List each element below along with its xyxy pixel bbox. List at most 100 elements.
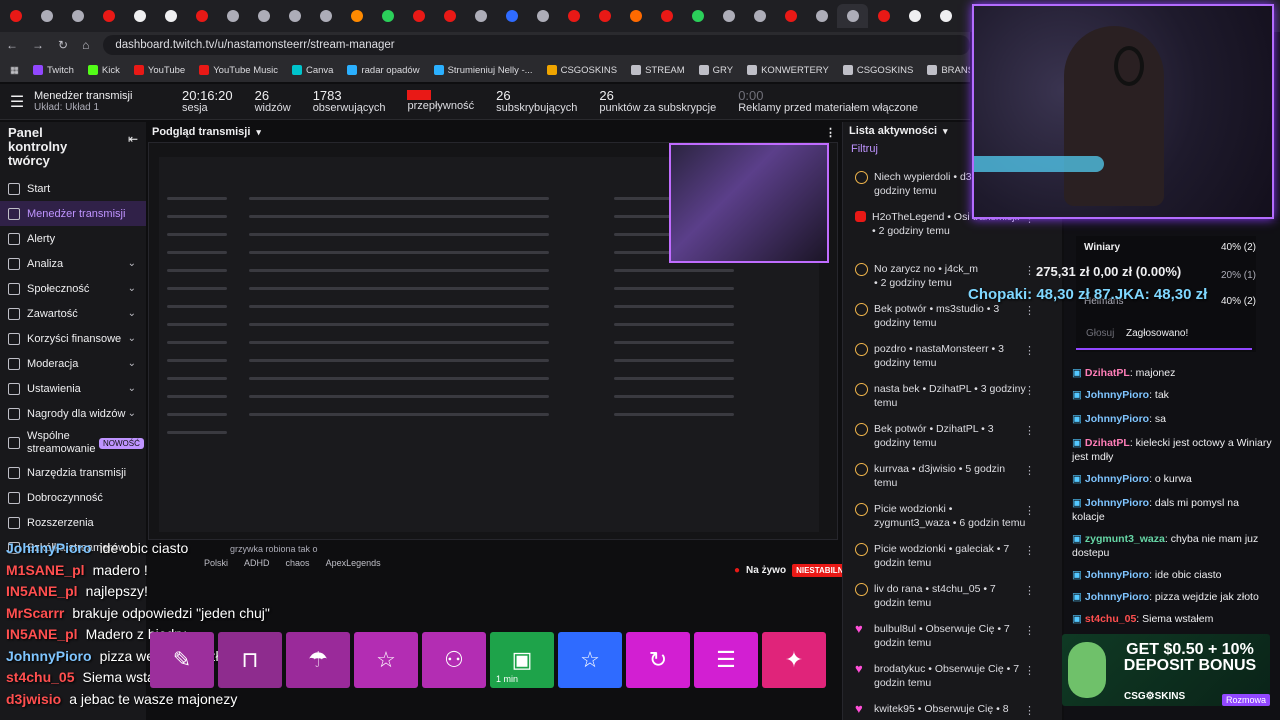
reward-button[interactable]: ⚇ — [422, 632, 486, 688]
sidebar-item[interactable]: Wspólne streamowanie NOWOŚĆ — [0, 426, 146, 460]
reward-button[interactable]: ✦ — [762, 632, 826, 688]
reward-button[interactable]: ▣ 1 min — [490, 632, 554, 688]
activity-item[interactable]: ♥ bulbul8ul • Obserwuje Cię • 7 godzin tem… — [843, 622, 1063, 650]
chat-username[interactable]: JohnnyPioro — [1085, 591, 1149, 603]
reward-button[interactable]: ✎ — [150, 632, 214, 688]
browser-tab[interactable] — [93, 4, 124, 28]
browser-tab[interactable] — [620, 4, 651, 28]
bookmark-item[interactable]: Twitch — [32, 65, 74, 76]
sidebar-item[interactable]: Dobroczynność — [0, 485, 146, 510]
browser-tab[interactable] — [217, 4, 248, 28]
url-field[interactable]: dashboard.twitch.tv/u/nastamonsteerr/str… — [103, 35, 970, 55]
forward-icon[interactable]: → — [32, 38, 44, 52]
browser-tab[interactable] — [837, 4, 868, 28]
more-icon[interactable]: ⋮ — [1024, 344, 1035, 357]
more-icon[interactable]: ⋮ — [1024, 584, 1035, 597]
bookmark-item[interactable]: Canva — [292, 65, 333, 76]
sidebar-item[interactable]: Ustawienia ⌄ — [0, 376, 146, 401]
home-icon[interactable]: ⌂ — [82, 38, 89, 52]
browser-tab[interactable] — [930, 4, 961, 28]
chat-username[interactable]: DzihatPL — [1085, 437, 1130, 449]
collapse-icon[interactable]: ⇤ — [128, 132, 138, 146]
rozmowa-button[interactable]: Rozmowa — [1221, 694, 1270, 706]
sidebar-item[interactable]: Narzędzia transmisji — [0, 460, 146, 485]
browser-tab[interactable] — [0, 4, 31, 28]
more-icon[interactable]: ⋮ — [1024, 624, 1035, 637]
more-icon[interactable]: ⋮ — [1024, 664, 1035, 677]
casino-ad[interactable]: GET $0.50 + 10% DEPOSIT BONUS CSG⚙SKINS … — [1062, 634, 1270, 706]
browser-tab[interactable] — [682, 4, 713, 28]
browser-tab[interactable] — [372, 4, 403, 28]
bookmark-item[interactable]: YouTube Music — [199, 65, 278, 76]
reward-button[interactable]: ☰ — [694, 632, 758, 688]
activity-item[interactable]: Bek potwór • ms3studio • 3 godziny temu ⋮ — [843, 302, 1063, 330]
browser-tab[interactable] — [589, 4, 620, 28]
reward-button[interactable]: ☆ — [354, 632, 418, 688]
chat-username[interactable]: JohnnyPioro — [1085, 497, 1149, 509]
bookmark-item[interactable]: BRANSOLETKI — [927, 65, 970, 76]
sidebar-item[interactable]: Zawartość ⌄ — [0, 301, 146, 326]
sidebar-item[interactable]: Start — [0, 176, 146, 201]
activity-item[interactable]: Picie wodzionki • zygmunt3_waza • 6 godzi… — [843, 502, 1063, 530]
browser-tab[interactable] — [279, 4, 310, 28]
more-icon[interactable]: ⋮ — [1024, 504, 1035, 517]
browser-tab[interactable] — [744, 4, 775, 28]
bookmark-item[interactable]: CSGOSKINS — [546, 65, 617, 76]
reward-button[interactable]: ☆ — [558, 632, 622, 688]
activity-item[interactable]: ♥ brodatykuc • Obserwuje Cię • 7 godzin te… — [843, 662, 1063, 690]
reward-button[interactable]: ⊓ — [218, 632, 282, 688]
bookmark-item[interactable]: radar opadów — [347, 65, 420, 76]
chevron-down-icon[interactable]: ▾ — [256, 127, 261, 138]
bookmark-item[interactable]: KONWERTERY — [747, 65, 829, 76]
browser-tab[interactable] — [31, 4, 62, 28]
sidebar-item[interactable]: Rozszerzenia — [0, 510, 146, 535]
activity-item[interactable]: ♥ kwitek95 • Obserwuje Cię • 8 ⋮ — [843, 702, 1063, 717]
reload-icon[interactable]: ↻ — [58, 38, 68, 52]
browser-tab[interactable] — [62, 4, 93, 28]
sidebar-item[interactable]: Menedżer transmisji — [0, 201, 146, 226]
bookmark-item[interactable]: GRY — [698, 65, 733, 76]
activity-item[interactable]: liv do rana • st4chu_05 • 7 godzin temu ⋮ — [843, 582, 1063, 610]
reward-button[interactable]: ☂ — [286, 632, 350, 688]
sidebar-item[interactable]: Alerty — [0, 226, 146, 251]
sidebar-item[interactable]: Nagrody dla widzów ⌄ — [0, 401, 146, 426]
back-icon[interactable]: ← — [6, 38, 18, 52]
vote-button[interactable]: Głosuj — [1086, 328, 1114, 339]
sidebar-item[interactable]: Moderacja ⌄ — [0, 351, 146, 376]
more-icon[interactable]: ⋮ — [1024, 464, 1035, 477]
more-icon[interactable]: ⋮ — [1024, 384, 1035, 397]
activity-item[interactable]: Picie wodzionki • galeciak • 7 godzin tem… — [843, 542, 1063, 570]
menu-icon[interactable]: ☰ — [0, 92, 34, 112]
more-icon[interactable]: ⋮ — [825, 126, 836, 139]
chat-username[interactable]: JohnnyPioro — [1085, 389, 1149, 401]
browser-tab[interactable] — [434, 4, 465, 28]
browser-tab[interactable] — [155, 4, 186, 28]
browser-tab[interactable] — [496, 4, 527, 28]
browser-tab[interactable] — [403, 4, 434, 28]
bookmark-item[interactable]: YouTube — [133, 65, 185, 76]
apps-icon[interactable]: ▦ — [10, 65, 19, 76]
browser-tab[interactable] — [465, 4, 496, 28]
activity-item[interactable]: nasta bek • DzihatPL • 3 godziny temu ⋮ — [843, 382, 1063, 410]
chat-username[interactable]: JohnnyPioro — [1085, 473, 1149, 485]
chat-username[interactable]: st4chu_05 — [1085, 613, 1136, 625]
browser-tab[interactable] — [775, 4, 806, 28]
browser-tab[interactable] — [527, 4, 558, 28]
more-icon[interactable]: ⋮ — [1024, 304, 1035, 317]
browser-tab[interactable] — [248, 4, 279, 28]
browser-tab[interactable] — [868, 4, 899, 28]
browser-tab[interactable] — [713, 4, 744, 28]
bookmark-item[interactable]: Kick — [87, 65, 120, 76]
browser-tab[interactable] — [341, 4, 372, 28]
manager-header[interactable]: Menedżer transmisji Układ: Układ 1 — [34, 90, 174, 114]
sidebar-item[interactable]: Analiza ⌄ — [0, 251, 146, 276]
browser-tab[interactable] — [186, 4, 217, 28]
browser-tab[interactable] — [899, 4, 930, 28]
activity-item[interactable]: pozdro • nastaMonsteerr • 3 godziny temu ⋮ — [843, 342, 1063, 370]
bookmark-item[interactable]: STREAM — [631, 65, 685, 76]
stream-preview[interactable] — [148, 142, 838, 540]
activity-item[interactable]: Bek potwór • DzihatPL • 3 godziny temu ⋮ — [843, 422, 1063, 450]
browser-tab[interactable] — [124, 4, 155, 28]
more-icon[interactable]: ⋮ — [1024, 424, 1035, 437]
more-icon[interactable]: ⋮ — [1024, 544, 1035, 557]
